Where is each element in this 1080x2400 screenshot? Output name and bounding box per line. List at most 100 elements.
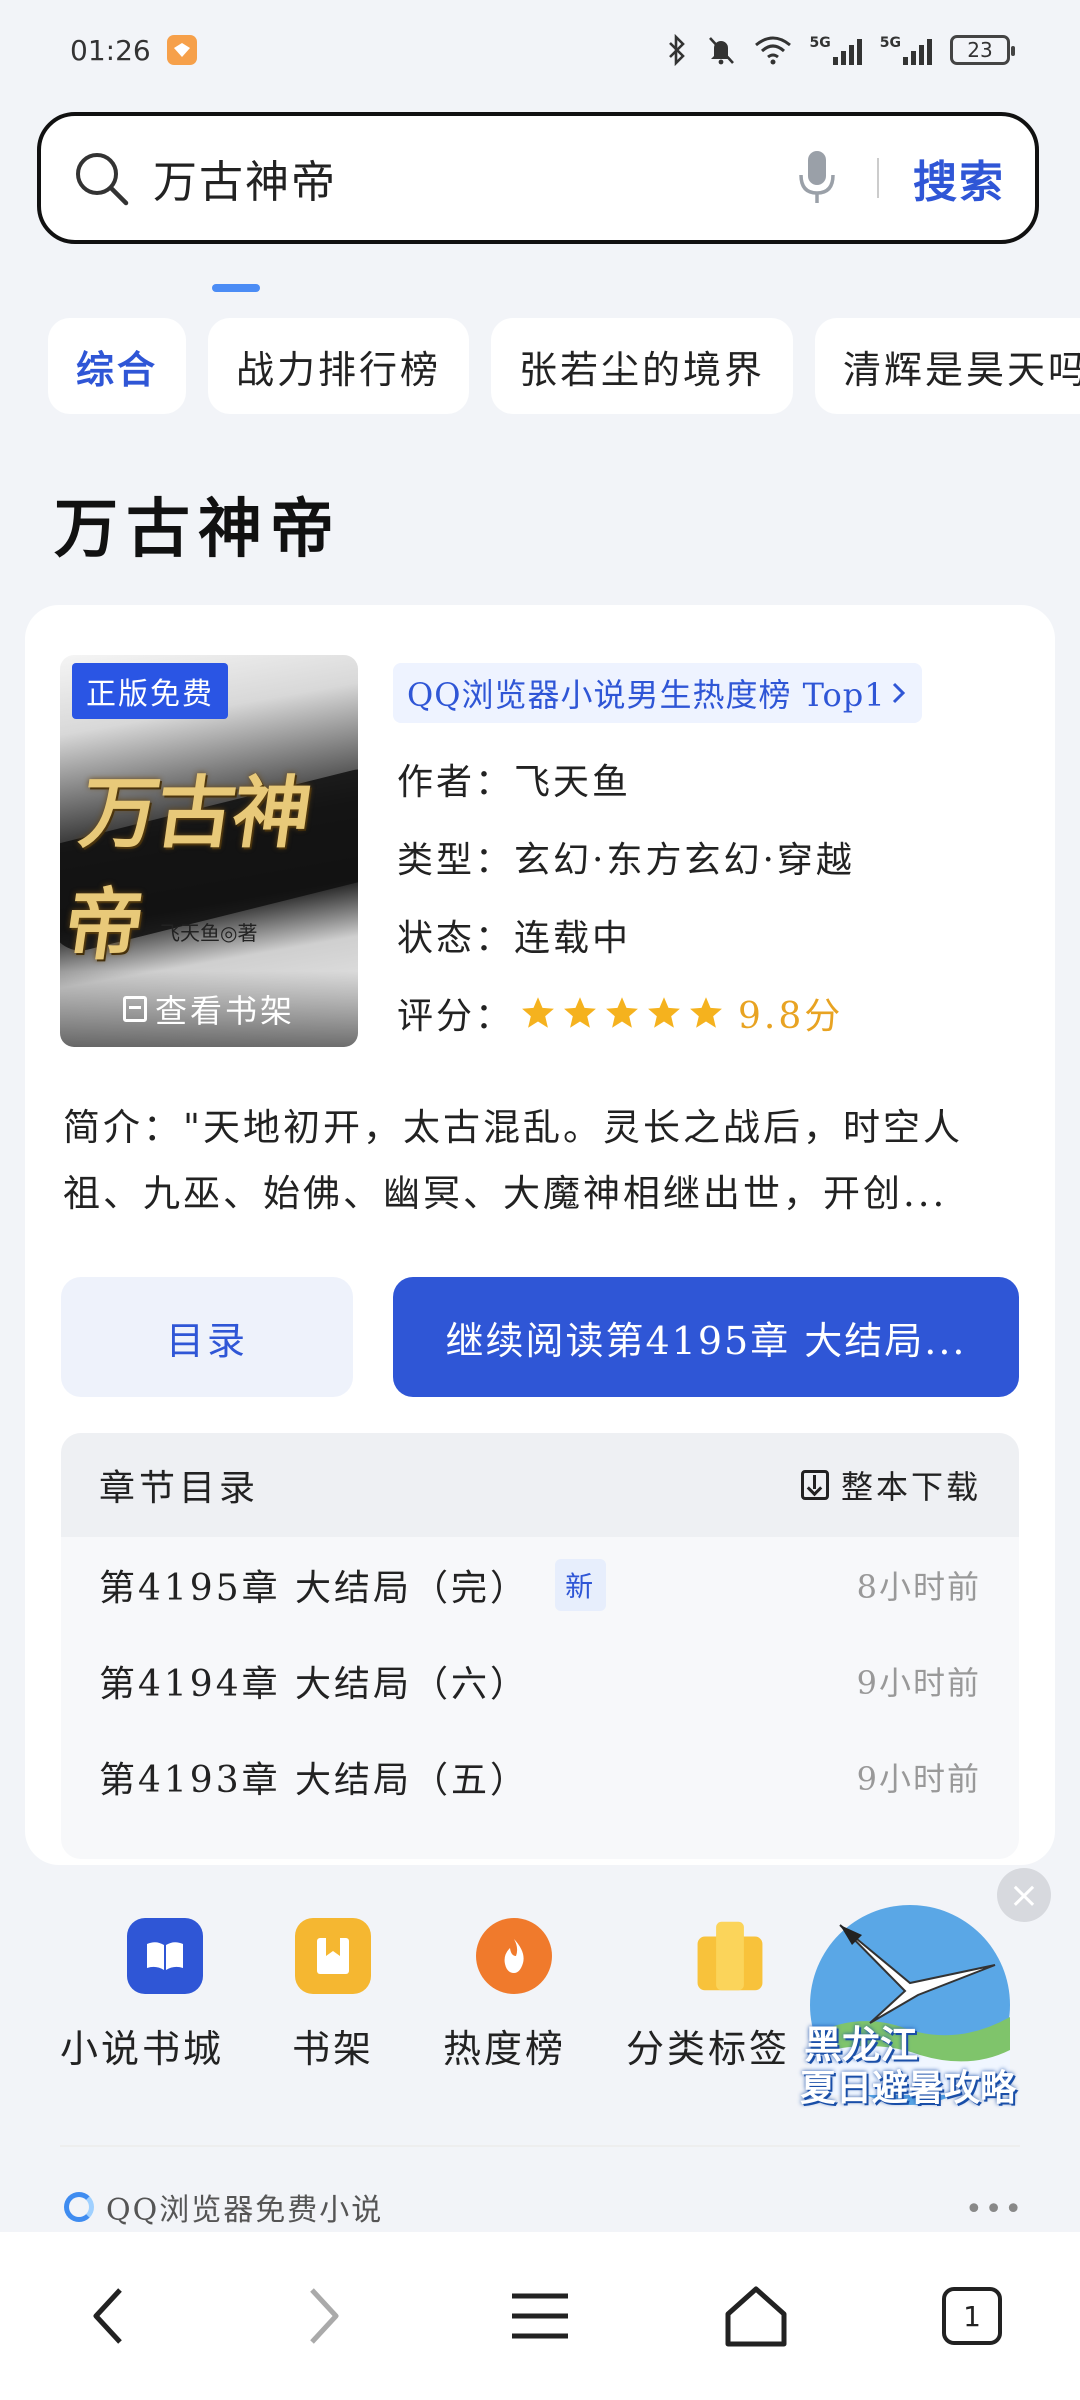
quick-link-label: 分类标签 — [626, 2027, 791, 2071]
book-open-icon — [127, 1918, 203, 1994]
tabs-button[interactable]: 1 — [912, 2256, 1032, 2376]
network-type-2: 5G — [879, 35, 901, 51]
flame-icon — [476, 1918, 552, 1994]
bottom-navigation: 1 — [0, 2232, 1080, 2400]
source-attribution[interactable]: QQ浏览器免费小说 — [64, 2185, 383, 2229]
battery-level: 23 — [967, 38, 993, 62]
ranking-link[interactable]: QQ浏览器小说男生热度榜 Top1 — [393, 663, 922, 723]
forward-arrow-icon — [310, 2288, 339, 2344]
network-type-1: 5G — [809, 35, 831, 51]
quick-link-hot-ranking[interactable]: 热度榜 — [443, 1918, 566, 2073]
quick-link-novel-city[interactable]: 小说书城 — [60, 1918, 224, 2073]
cellular-signal-1-icon: 5G — [810, 35, 862, 65]
official-free-badge: 正版免费 — [72, 663, 228, 719]
status-row: 状态： 连载中 — [397, 909, 631, 961]
qq-browser-icon — [64, 2192, 94, 2222]
book-cover[interactable]: 万古神帝 飞天鱼◎著 正版免费 查看书架 — [60, 655, 358, 1047]
continue-reading-button[interactable]: 继续阅读第4195章 大结局... — [393, 1277, 1019, 1397]
quick-link-label: 热度榜 — [443, 2027, 567, 2071]
book-card: 万古神帝 飞天鱼◎著 正版免费 查看书架 QQ浏览器小说男生热度榜 Top1 作… — [25, 605, 1055, 1865]
author-value: 飞天鱼 — [514, 762, 632, 803]
tab-count: 1 — [963, 2299, 981, 2333]
promo-subtitle: 夏日避暑攻略 — [800, 2068, 1017, 2109]
search-bar[interactable]: 万古神帝 搜索 — [37, 112, 1039, 244]
tab-power-ranking[interactable]: 战力排行榜 — [208, 318, 470, 414]
clock: 01:26 — [70, 33, 151, 67]
floating-promo-badge[interactable]: 黑龙江 夏日避暑攻略 — [800, 1905, 1016, 2125]
catalog-button[interactable]: 目录 — [61, 1277, 353, 1397]
divider — [877, 158, 879, 198]
menu-icon — [512, 2293, 568, 2339]
chapter-time: 9小时前 — [856, 1760, 981, 1798]
bookshelf-icon — [122, 996, 147, 1022]
wifi-icon — [754, 36, 791, 65]
quick-link-categories[interactable]: 分类标签 — [626, 1918, 790, 2073]
menu-button[interactable] — [480, 2256, 600, 2376]
search-icon — [76, 153, 129, 206]
chapter-title: 第4193章 大结局（五） — [99, 1760, 530, 1801]
star-icon — [522, 997, 554, 1028]
status-key: 状态： — [397, 918, 515, 959]
chapter-row[interactable]: 第4195章 大结局（完） 新 8小时前 — [61, 1537, 1019, 1633]
chapter-title: 第4195章 大结局（完） — [99, 1568, 530, 1609]
tab-qinghui[interactable]: 清辉是昊天吗 — [815, 318, 1080, 414]
quick-link-label: 小说书城 — [60, 2027, 225, 2071]
status-value: 连载中 — [514, 918, 632, 959]
home-button[interactable] — [696, 2256, 816, 2376]
forward-button[interactable] — [264, 2256, 384, 2376]
author-key: 作者： — [397, 762, 515, 803]
rating-stars — [520, 995, 724, 1031]
download-all-button[interactable]: 整本下载 — [800, 1462, 981, 1508]
rating-key: 评分： — [397, 996, 515, 1037]
mute-bell-icon — [708, 37, 734, 65]
microphone-icon[interactable] — [797, 148, 837, 208]
cellular-signal-2-icon: 5G — [880, 35, 932, 65]
home-icon — [725, 2286, 787, 2347]
star-icon — [648, 997, 680, 1028]
chapter-row[interactable]: 第4193章 大结局（五） 9小时前 — [61, 1729, 1019, 1825]
status-bar: 01:26 5G 5G 23 — [0, 0, 1080, 100]
chapter-time: 9小时前 — [856, 1664, 981, 1702]
tab-realm[interactable]: 张若尘的境界 — [491, 318, 794, 414]
rating-score: 9.8分 — [738, 996, 844, 1037]
tab-count-icon: 1 — [942, 2287, 1002, 2345]
genre-value: 玄幻·东方玄幻·穿越 — [514, 840, 855, 881]
search-button[interactable]: 搜索 — [913, 146, 1005, 210]
bluetooth-icon — [668, 34, 685, 66]
back-button[interactable] — [48, 2256, 168, 2376]
quick-link-bookshelf[interactable]: 书架 — [292, 1918, 374, 2073]
genre-row: 类型： 玄幻·东方玄幻·穿越 — [397, 831, 855, 883]
source-label: QQ浏览器免费小说 — [106, 2193, 384, 2228]
chapter-list: 章节目录 整本下载 第4195章 大结局（完） 新 8小时前 第4194章 大结局… — [61, 1433, 1019, 1859]
category-icon — [692, 1918, 768, 1994]
view-bookshelf-label: 查看书架 — [154, 992, 295, 1030]
back-arrow-icon — [93, 2288, 122, 2344]
rating-row: 评分： 9.8分 — [397, 987, 843, 1039]
active-tab-indicator — [212, 284, 260, 292]
promo-title: 黑龙江 — [804, 2023, 919, 2067]
tab-all[interactable]: 综合 — [48, 318, 187, 414]
book-intro[interactable]: 简介："天地初开，太古混乱。灵长之战后，时空人祖、九巫、始佛、幽冥、大魔神相继出… — [63, 1095, 1023, 1227]
genre-key: 类型： — [397, 840, 515, 881]
chapter-row[interactable]: 第4194章 大结局（六） 9小时前 — [61, 1633, 1019, 1729]
chapter-list-header: 章节目录 整本下载 — [61, 1433, 1019, 1537]
app-notification-icon — [166, 35, 197, 65]
chapter-title: 第4194章 大结局（六） — [99, 1664, 530, 1705]
star-icon — [690, 997, 722, 1028]
result-tabs: 综合 战力排行榜 张若尘的境界 清辉是昊天吗 — [48, 318, 1080, 414]
search-input[interactable]: 万古神帝 — [153, 146, 797, 210]
download-icon — [800, 1470, 829, 1500]
new-badge: 新 — [555, 1559, 607, 1611]
battery-indicator: 23 — [950, 35, 1015, 65]
chapter-time: 8小时前 — [856, 1568, 981, 1606]
star-icon — [606, 997, 638, 1028]
view-bookshelf-button[interactable]: 查看书架 — [60, 971, 358, 1047]
star-icon — [564, 997, 596, 1028]
author-row: 作者： 飞天鱼 — [397, 753, 631, 805]
chevron-right-icon — [892, 682, 905, 704]
more-options-icon[interactable]: ••• — [965, 2192, 1024, 2227]
ranking-label: QQ浏览器小说男生热度榜 Top1 — [407, 676, 886, 714]
divider — [60, 2145, 1020, 2147]
download-all-label: 整本下载 — [840, 1468, 981, 1506]
cover-author: 飞天鱼◎著 — [160, 921, 258, 945]
